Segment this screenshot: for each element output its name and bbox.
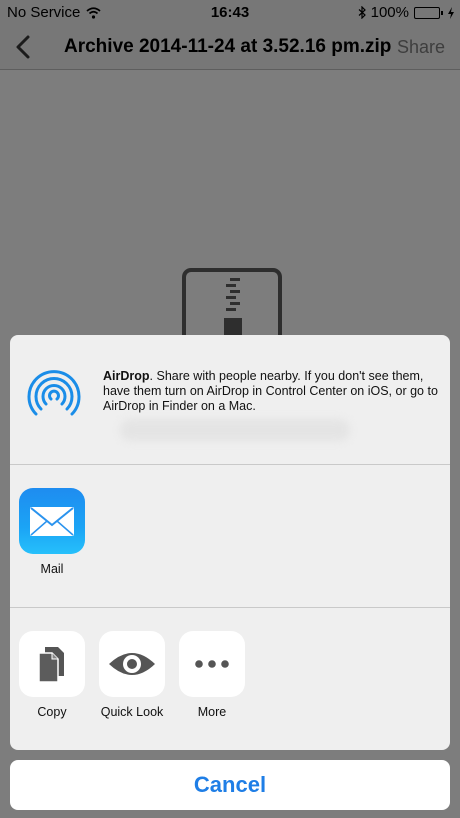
more-action[interactable]: More [179, 631, 245, 719]
navigation-bar: Archive 2014-11-24 at 3.52.16 pm.zip Sha… [0, 24, 460, 70]
page-title: Archive 2014-11-24 at 3.52.16 pm.zip [64, 36, 392, 57]
quick-look-label: Quick Look [100, 705, 164, 719]
bluetooth-icon [358, 6, 366, 19]
back-chevron-icon[interactable] [10, 32, 36, 62]
mail-icon [30, 507, 74, 536]
more-icon [195, 660, 229, 668]
cancel-button[interactable]: Cancel [10, 760, 450, 810]
quick-look-action[interactable]: Quick Look [99, 631, 165, 719]
mail-share-button[interactable] [19, 488, 85, 554]
airdrop-section: AirDrop. Share with people nearby. If yo… [10, 335, 450, 465]
airdrop-description: AirDrop. Share with people nearby. If yo… [103, 369, 438, 413]
eye-icon [109, 653, 155, 675]
copy-label: Copy [37, 705, 67, 719]
battery-percent: 100% [370, 4, 409, 21]
copy-icon [38, 647, 64, 683]
status-bar: No Service 16:43 100% [0, 0, 460, 24]
airdrop-discovery-placeholder [120, 419, 350, 441]
share-apps-row: Mail [10, 465, 450, 608]
copy-action[interactable]: Copy [19, 631, 85, 719]
mail-label: Mail [40, 562, 64, 576]
charging-icon [448, 6, 454, 19]
share-sheet: AirDrop. Share with people nearby. If yo… [10, 335, 450, 750]
more-label: More [197, 705, 227, 719]
battery-icon [414, 6, 443, 19]
airdrop-icon [27, 370, 81, 416]
share-actions-row: Copy Quick Look More [10, 608, 450, 750]
share-button[interactable]: Share [397, 37, 445, 58]
